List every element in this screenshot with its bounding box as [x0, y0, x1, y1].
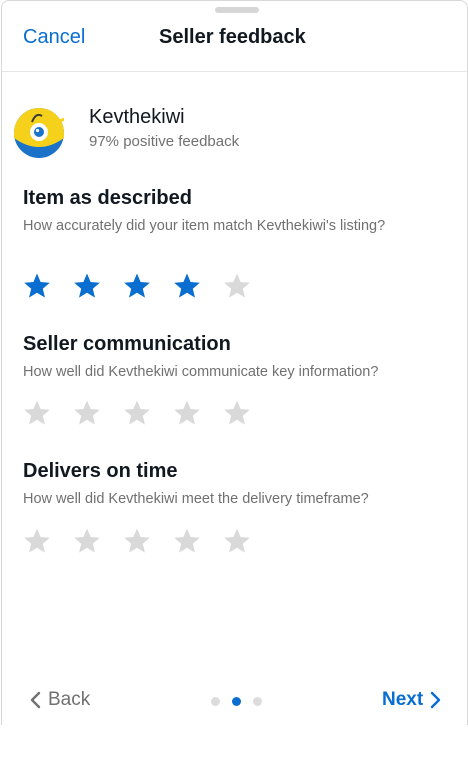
star-icon[interactable]: [173, 398, 223, 428]
star-icon[interactable]: [173, 271, 223, 301]
back-label: Back: [48, 689, 91, 710]
next-label: Next: [382, 689, 424, 710]
page-title: Seller feedback: [159, 26, 306, 48]
page-dot: [232, 697, 241, 706]
star-icon[interactable]: [223, 526, 273, 556]
seller-feedback-score: 97% positive feedback: [89, 133, 240, 150]
seller-avatar: [14, 108, 64, 158]
page-dot: [253, 697, 262, 706]
header-bar: Cancel Seller feedback: [2, 1, 467, 72]
section-item-as-described: Item as described How accurately did you…: [23, 187, 443, 236]
star-icon[interactable]: [23, 398, 73, 428]
star-icon[interactable]: [23, 271, 73, 301]
section-seller-communication: Seller communication How well did Kevthe…: [23, 333, 443, 382]
star-icon[interactable]: [223, 398, 273, 428]
chevron-left-icon: [30, 691, 41, 709]
star-icon[interactable]: [123, 271, 173, 301]
page-dot: [211, 697, 220, 706]
star-icon[interactable]: [73, 398, 123, 428]
cancel-button[interactable]: Cancel: [23, 26, 85, 49]
section-title: Seller communication: [23, 333, 231, 355]
star-icon[interactable]: [223, 271, 273, 301]
section-delivers-on-time: Delivers on time How well did Kevthekiwi…: [23, 460, 443, 509]
rating-stars-item-as-described: [23, 271, 273, 301]
chevron-right-icon: [430, 691, 441, 709]
star-icon[interactable]: [173, 526, 223, 556]
star-icon[interactable]: [23, 526, 73, 556]
star-icon[interactable]: [73, 526, 123, 556]
section-question: How accurately did your item match Kevth…: [23, 218, 386, 234]
rating-stars-delivers-on-time: [23, 526, 273, 556]
rating-stars-seller-communication: [23, 398, 273, 428]
next-button[interactable]: Next: [382, 689, 443, 711]
star-icon[interactable]: [123, 526, 173, 556]
back-button[interactable]: Back: [28, 689, 90, 711]
page-indicator: [211, 697, 262, 706]
section-title: Delivers on time: [23, 460, 178, 482]
star-icon[interactable]: [123, 398, 173, 428]
section-title: Item as described: [23, 187, 192, 209]
feedback-sheet: Cancel Seller feedback Kevthekiwi 97% po…: [1, 0, 468, 725]
star-icon[interactable]: [73, 271, 123, 301]
section-question: How well did Kevthekiwi meet the deliver…: [23, 491, 369, 507]
section-question: How well did Kevthekiwi communicate key …: [23, 364, 379, 380]
seller-name: Kevthekiwi: [89, 106, 185, 128]
